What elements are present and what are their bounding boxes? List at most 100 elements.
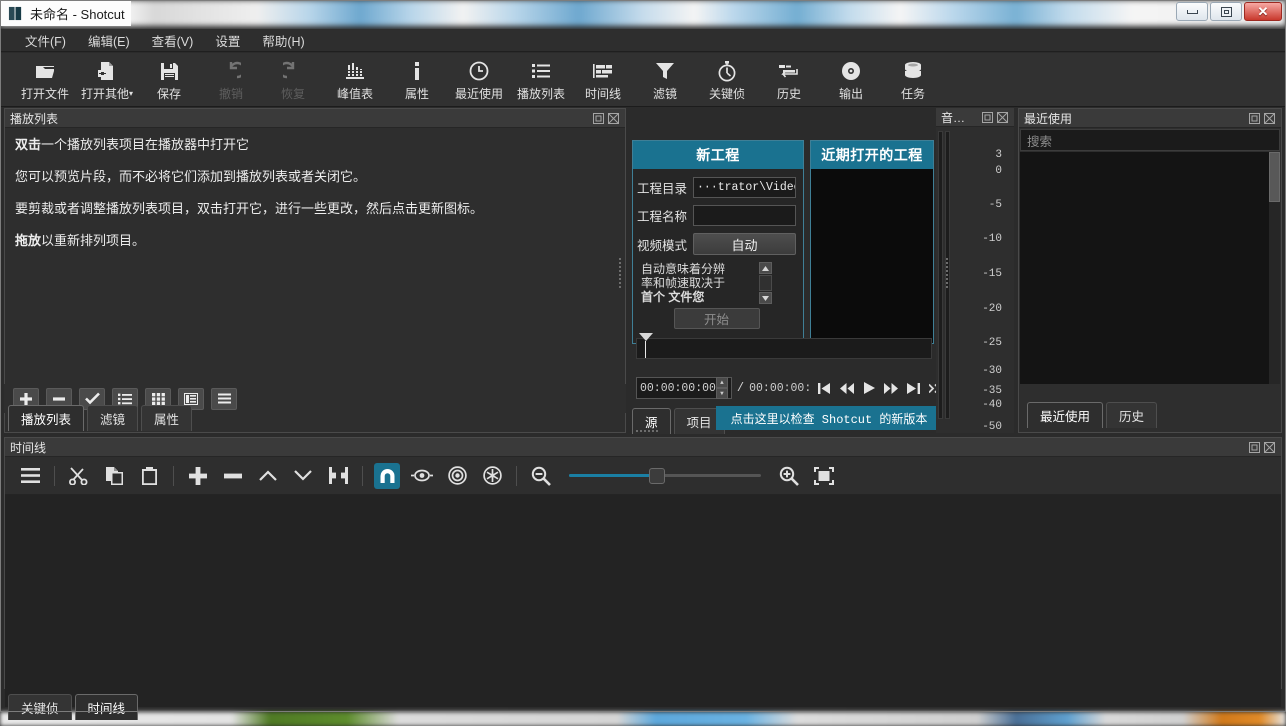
scrollbar-thumb[interactable] bbox=[1269, 152, 1280, 202]
audio-splitter-grip[interactable] bbox=[946, 258, 948, 288]
toolbar-peak-meter[interactable]: 峰值表 bbox=[324, 57, 386, 102]
menu-file[interactable]: 文件(F) bbox=[14, 28, 77, 53]
timeline-titlebar: 时间线 bbox=[5, 438, 1281, 457]
video-mode-dropdown[interactable]: 自动 bbox=[693, 233, 796, 255]
timeline-overwrite-button[interactable] bbox=[290, 463, 316, 489]
player-scrubber[interactable] bbox=[636, 338, 932, 359]
timeline-ripple-all-button[interactable] bbox=[479, 463, 505, 489]
timeline-snap-button[interactable] bbox=[374, 463, 400, 489]
toolbar-open-other[interactable]: 打开其他▾ bbox=[76, 57, 138, 102]
menu-settings[interactable]: 设置 bbox=[204, 28, 251, 53]
timeline-ripple-button[interactable] bbox=[444, 463, 470, 489]
zoom-slider-handle[interactable] bbox=[649, 468, 665, 484]
timeline-lift-button[interactable] bbox=[255, 463, 281, 489]
toolbar-properties[interactable]: 属性 bbox=[386, 57, 448, 102]
close-icon[interactable] bbox=[1262, 111, 1277, 125]
float-icon[interactable] bbox=[1247, 111, 1262, 125]
timeline-ripple-delete-button[interactable] bbox=[220, 463, 246, 489]
skip-to-end-icon[interactable] bbox=[905, 378, 922, 398]
tab-recent[interactable]: 最近使用 bbox=[1027, 402, 1103, 428]
float-icon[interactable] bbox=[591, 111, 606, 125]
remove-icon bbox=[52, 392, 66, 406]
close-icon[interactable] bbox=[995, 110, 1010, 124]
timeline-canvas[interactable] bbox=[5, 495, 1281, 707]
update-check-icon bbox=[85, 392, 100, 405]
close-icon[interactable] bbox=[1262, 440, 1277, 454]
toolbar-history[interactable]: 历史 bbox=[758, 57, 820, 102]
view-detail-icon bbox=[184, 393, 198, 405]
menu-edit[interactable]: 编辑(E) bbox=[77, 28, 141, 53]
ripple-all-tracks-icon bbox=[483, 466, 502, 485]
project-folder-label: 工程目录 bbox=[637, 178, 687, 197]
timeline-paste-button[interactable] bbox=[136, 463, 162, 489]
timeline-copy-button[interactable] bbox=[101, 463, 127, 489]
maximize-button[interactable] bbox=[1210, 2, 1242, 21]
play-icon[interactable] bbox=[861, 378, 878, 398]
bottom-tab-timeline[interactable]: 时间线 bbox=[75, 694, 139, 720]
scroll-down-icon[interactable] bbox=[759, 292, 772, 304]
close-icon[interactable] bbox=[606, 111, 621, 125]
tab-history[interactable]: 历史 bbox=[1106, 402, 1157, 428]
audio-channel-left bbox=[938, 131, 943, 419]
meter-tick-m25: -25 bbox=[960, 337, 1002, 349]
toolbar-redo[interactable]: 恢复 bbox=[262, 57, 324, 102]
fast-forward-icon[interactable] bbox=[883, 378, 900, 398]
stepper-up-icon[interactable]: ▲ bbox=[716, 377, 728, 388]
toolbar-filters[interactable]: 滤镜 bbox=[634, 57, 696, 102]
search-input[interactable]: 搜索 bbox=[1020, 129, 1280, 151]
toolbar-jobs[interactable]: 任务 bbox=[882, 57, 944, 102]
toolbar-open-file[interactable]: 打开文件 bbox=[14, 57, 76, 102]
project-name-input[interactable] bbox=[693, 205, 796, 226]
timeline-zoom-out-button[interactable] bbox=[528, 463, 554, 489]
toolbar-undo[interactable]: 撤销 bbox=[200, 57, 262, 102]
append-plus-icon bbox=[189, 467, 207, 485]
current-position-field[interactable]: 00:00:00:00 ▲▼ bbox=[636, 377, 732, 399]
peak-meter-icon bbox=[345, 60, 365, 82]
tab-playlist[interactable]: 播放列表 bbox=[8, 405, 84, 431]
bottom-tab-keyframes[interactable]: 关键侦 bbox=[8, 694, 72, 720]
timeline-cut-button[interactable] bbox=[66, 463, 92, 489]
recent-projects-list[interactable] bbox=[811, 169, 933, 343]
close-button[interactable]: ✕ bbox=[1244, 2, 1282, 21]
skip-to-start-icon[interactable] bbox=[816, 378, 833, 398]
timeline-scrub-button[interactable] bbox=[409, 463, 435, 489]
tab-properties[interactable]: 属性 bbox=[141, 405, 192, 431]
toolbar-playlist-label: 播放列表 bbox=[517, 85, 565, 102]
timeline-zoom-fit-button[interactable] bbox=[811, 463, 837, 489]
timeline-panel: 时间线 bbox=[4, 437, 1282, 689]
menu-view[interactable]: 查看(V) bbox=[141, 28, 205, 53]
menu-help[interactable]: 帮助(H) bbox=[251, 28, 315, 53]
tab-filters[interactable]: 滤镜 bbox=[87, 405, 138, 431]
timeline-zoom-slider[interactable] bbox=[569, 466, 761, 486]
scroll-up-icon[interactable] bbox=[759, 262, 772, 274]
recent-items-list[interactable] bbox=[1020, 152, 1280, 384]
player-splitter-grip[interactable] bbox=[636, 430, 658, 432]
taskbar-background bbox=[0, 712, 1286, 726]
scrollbar-track[interactable] bbox=[759, 275, 772, 291]
toolbar-keyframes[interactable]: 关键侦 bbox=[696, 57, 758, 102]
minimize-button[interactable] bbox=[1176, 2, 1208, 21]
description-scrollbar[interactable] bbox=[759, 262, 772, 304]
toolbar-save[interactable]: 保存 bbox=[138, 57, 200, 102]
timeline-split-button[interactable] bbox=[325, 463, 351, 489]
timeline-menu-button[interactable] bbox=[17, 463, 43, 489]
stepper-down-icon[interactable]: ▼ bbox=[716, 388, 728, 399]
toolbar-timeline[interactable]: 时间线 bbox=[572, 57, 634, 102]
playlist-splitter-grip[interactable] bbox=[619, 258, 621, 288]
toolbar-playlist[interactable]: 播放列表 bbox=[510, 57, 572, 102]
start-button[interactable]: 开始 bbox=[674, 308, 760, 329]
toolbar-recent[interactable]: 最近使用 bbox=[448, 57, 510, 102]
update-check-banner[interactable]: 点击这里以检查 Shotcut 的新版本 bbox=[716, 406, 942, 430]
timeline-append-button[interactable] bbox=[185, 463, 211, 489]
float-icon[interactable] bbox=[980, 110, 995, 124]
scrubber-track[interactable] bbox=[636, 338, 932, 359]
timeline-zoom-in-button[interactable] bbox=[776, 463, 802, 489]
float-icon[interactable] bbox=[1247, 440, 1262, 454]
project-folder-input[interactable]: ···trator\Videos bbox=[693, 177, 796, 198]
toolbar-export[interactable]: 输出 bbox=[820, 57, 882, 102]
playhead-marker-icon[interactable] bbox=[639, 333, 653, 341]
position-stepper[interactable]: ▲▼ bbox=[716, 377, 728, 399]
rewind-icon[interactable] bbox=[838, 378, 855, 398]
recent-list-scrollbar[interactable] bbox=[1269, 152, 1280, 384]
playlist-menu-button[interactable] bbox=[211, 388, 237, 410]
